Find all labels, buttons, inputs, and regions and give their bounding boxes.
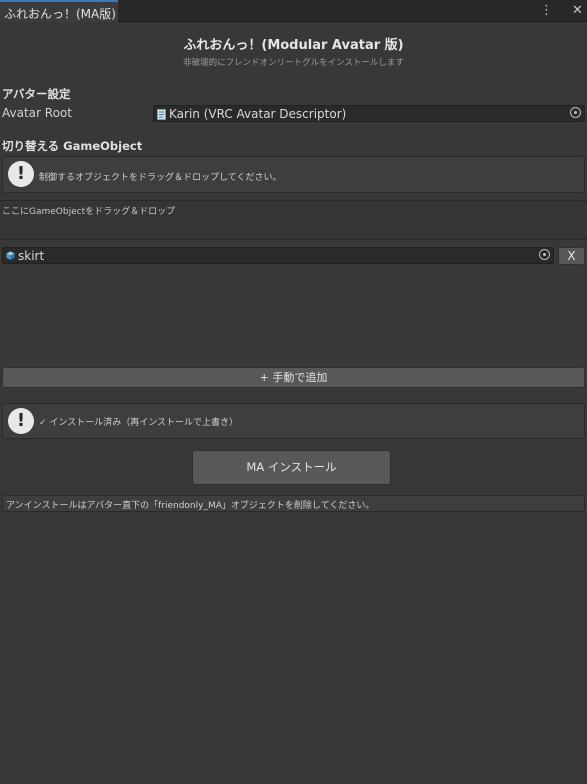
gameobject-cube-icon: [6, 251, 15, 260]
install-button[interactable]: MA インストール: [192, 450, 391, 485]
editor-window-tab[interactable]: ふれおんっ！(MA版): [0, 0, 118, 22]
avatar-root-value: Karin (VRC Avatar Descriptor): [169, 107, 347, 121]
drop-zone[interactable]: ここにGameObjectをドラッグ＆ドロップ: [0, 200, 587, 240]
close-icon[interactable]: ✕: [572, 3, 583, 18]
drop-zone-label: ここにGameObjectをドラッグ＆ドロップ: [2, 207, 176, 217]
status-text: ✓ インストール済み（再インストールで上書き）: [39, 418, 239, 428]
status-box: ! ✓ インストール済み（再インストールで上書き）: [2, 403, 585, 439]
toggle-section-heading: 切り替える GameObject: [2, 139, 143, 153]
exclamation-icon: !: [8, 161, 34, 187]
script-icon: [157, 109, 166, 120]
add-manual-button[interactable]: + 手動で追加: [2, 367, 585, 388]
gameobject-field[interactable]: skirt: [2, 247, 554, 264]
kebab-menu-icon[interactable]: ⋮: [540, 3, 553, 18]
tab-strip: ふれおんっ！(MA版) ⋮ ✕: [0, 0, 587, 22]
object-picker-icon[interactable]: [570, 107, 581, 118]
object-picker-icon[interactable]: [539, 249, 550, 260]
avatar-root-field[interactable]: Karin (VRC Avatar Descriptor): [153, 105, 585, 122]
page-subtitle: 非破壊的にフレンドオンリートグルをインストールします: [183, 58, 404, 68]
avatar-root-label: Avatar Root: [2, 106, 72, 120]
exclamation-icon: !: [8, 408, 34, 434]
avatar-section-heading: アバター設定: [2, 87, 71, 101]
page-title: ふれおんっ！(Modular Avatar 版): [183, 38, 404, 53]
gameobject-name: skirt: [18, 249, 45, 263]
tab-title: ふれおんっ！(MA版): [4, 7, 116, 21]
remove-item-button[interactable]: X: [558, 247, 585, 265]
help-box: ! 制御するオブジェクトをドラッグ＆ドロップしてください。: [2, 156, 585, 193]
help-text: 制御するオブジェクトをドラッグ＆ドロップしてください。: [39, 173, 282, 183]
uninstall-note: アンインストールはアバター直下の「friendonly_MA」オブジェクトを削除…: [6, 501, 375, 511]
uninstall-note-box: アンインストールはアバター直下の「friendonly_MA」オブジェクトを削除…: [2, 495, 585, 512]
